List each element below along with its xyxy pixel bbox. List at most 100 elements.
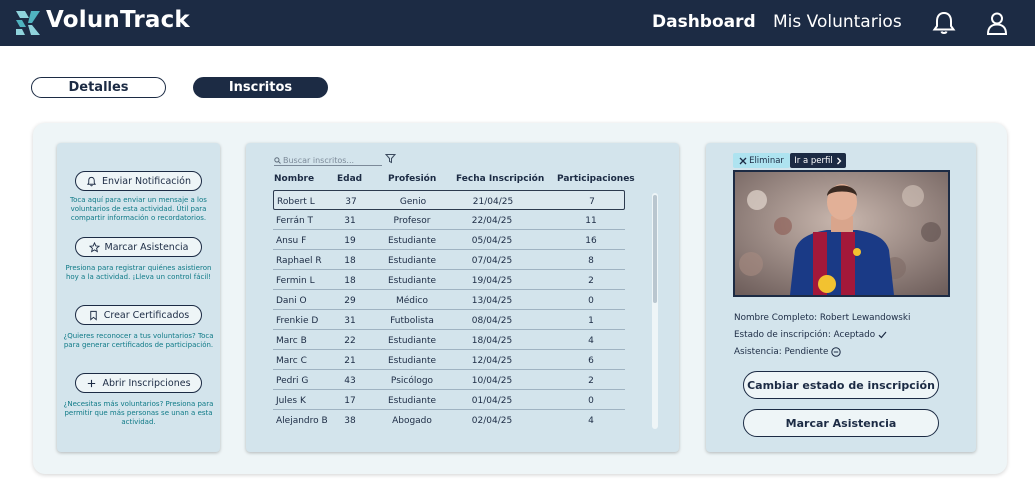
cell-participations: 11 — [585, 216, 597, 226]
open-registrations-button[interactable]: Abrir Inscripciones — [75, 373, 202, 393]
tab-details[interactable]: Detalles — [31, 77, 166, 98]
change-registration-status-button[interactable]: Cambiar estado de inscripción — [743, 371, 939, 399]
cell-profession: Profesor — [393, 216, 431, 226]
minus-circle-icon — [831, 347, 842, 357]
column-header-participations[interactable]: Participaciones — [557, 174, 635, 184]
cell-age: 18 — [344, 256, 356, 266]
volunteer-photo — [733, 170, 950, 297]
registration-status-text: Estado de inscripción: Aceptado — [734, 330, 887, 340]
cell-date: 13/04/25 — [471, 296, 513, 306]
cell-date: 21/04/25 — [472, 197, 514, 207]
check-icon — [878, 331, 887, 339]
cell-age: 21 — [344, 356, 356, 366]
volunteer-photo-illustration — [735, 172, 948, 295]
table-scrollbar-thumb[interactable] — [653, 195, 657, 303]
table-scrollbar[interactable] — [652, 193, 658, 429]
delete-button[interactable]: Eliminar — [733, 153, 790, 168]
column-header-age[interactable]: Edad — [337, 174, 362, 184]
nav-my-volunteers[interactable]: Mis Voluntarios — [773, 12, 902, 32]
column-header-profession[interactable]: Profesión — [388, 174, 436, 184]
tab-inscritos[interactable]: Inscritos — [193, 77, 328, 98]
delete-label: Eliminar — [749, 155, 784, 166]
cell-date: 12/04/25 — [471, 356, 513, 366]
cell-date: 18/04/25 — [471, 336, 513, 346]
column-header-name[interactable]: Nombre — [274, 174, 314, 184]
cell-profession: Estudiante — [387, 356, 437, 366]
plus-icon — [88, 379, 96, 387]
voluntrack-logo-icon[interactable] — [14, 9, 42, 37]
go-to-profile-label: Ir a perfil — [794, 155, 833, 166]
nav-dashboard[interactable]: Dashboard — [652, 12, 756, 32]
table-row[interactable]: Marc B 22 Estudiante 18/04/25 4 — [273, 330, 625, 350]
go-to-profile-button[interactable]: Ir a perfil — [790, 153, 846, 168]
search-placeholder: Buscar inscritos... — [283, 155, 355, 165]
cell-name: Raphael R — [276, 256, 322, 266]
cell-profession: Estudiante — [387, 396, 437, 406]
send-notification-label: Enviar Notificación — [101, 175, 192, 187]
table-row[interactable]: Ferrán T 31 Profesor 22/04/25 11 — [273, 210, 625, 230]
cell-profession: Médico — [396, 296, 428, 306]
brand-name[interactable]: VolunTrack — [46, 7, 190, 33]
search-registrants-input[interactable]: Buscar inscritos... — [274, 155, 382, 166]
column-header-registration-date[interactable]: Fecha Inscripción — [456, 174, 544, 184]
cell-date: 19/04/25 — [471, 276, 513, 286]
cell-age: 43 — [344, 376, 356, 386]
table-row[interactable]: Dani O 29 Médico 13/04/25 0 — [273, 290, 625, 310]
cell-name: Fermin L — [276, 276, 315, 286]
cell-participations: 4 — [588, 416, 594, 426]
cell-participations: 16 — [585, 236, 597, 246]
cell-date: 02/04/25 — [471, 416, 513, 426]
table-row[interactable]: Raphael R 18 Estudiante 07/04/25 8 — [273, 250, 625, 270]
cell-date: 05/04/25 — [471, 236, 513, 246]
mark-attendance-action-button[interactable]: Marcar Asistencia — [75, 237, 202, 257]
cell-age: 31 — [344, 216, 356, 226]
cell-date: 01/04/25 — [471, 396, 513, 406]
mark-attendance-action-label: Marcar Asistencia — [104, 241, 189, 253]
open-registrations-description: ¿Necesitas más voluntarios? Presiona par… — [63, 400, 214, 426]
send-notification-description: Toca aquí para enviar un mensaje a los v… — [70, 196, 207, 222]
cell-name: Jules K — [276, 396, 306, 406]
cell-participations: 1 — [588, 316, 594, 326]
cell-date: 22/04/25 — [471, 216, 513, 226]
table-row[interactable]: Ansu F 19 Estudiante 05/04/25 16 — [273, 230, 625, 250]
send-notification-button[interactable]: Enviar Notificación — [75, 171, 202, 191]
table-row[interactable]: Robert L 37 Genio 21/04/25 7 — [273, 190, 625, 210]
table-row[interactable]: Frenkie D 31 Futbolista 08/04/25 1 — [273, 310, 625, 330]
registrants-table-body: Robert L 37 Genio 21/04/25 7 Ferrán T 31… — [273, 190, 625, 430]
cell-participations: 2 — [588, 276, 594, 286]
app-header: VolunTrack Dashboard Mis Voluntarios — [0, 0, 1035, 46]
cell-name: Pedri G — [276, 376, 309, 386]
cell-age: 19 — [344, 236, 356, 246]
cell-age: 22 — [344, 336, 356, 346]
table-row[interactable]: Alejandro B 38 Abogado 02/04/25 4 — [273, 410, 625, 430]
create-certificates-button[interactable]: Crear Certificados — [75, 305, 202, 325]
open-registrations-label: Abrir Inscripciones — [102, 377, 191, 389]
table-row[interactable]: Marc C 21 Estudiante 12/04/25 6 — [273, 350, 625, 370]
cell-date: 08/04/25 — [471, 316, 513, 326]
cell-age: 38 — [344, 416, 356, 426]
cell-participations: 6 — [588, 356, 594, 366]
search-icon — [274, 156, 281, 164]
bell-icon — [86, 176, 96, 186]
user-icon[interactable] — [984, 10, 1010, 36]
cell-age: 31 — [344, 316, 356, 326]
cell-name: Alejandro B — [276, 416, 328, 426]
create-certificates-description: ¿Quieres reconocer a tus voluntarios? To… — [63, 332, 214, 349]
filter-icon[interactable] — [385, 153, 396, 164]
mark-attendance-description: Presiona para registrar quiénes asistier… — [65, 264, 212, 281]
cell-age: 37 — [345, 197, 357, 207]
bell-icon[interactable] — [931, 10, 957, 36]
attendance-text: Asistencia: Pendiente — [734, 347, 842, 357]
table-row[interactable]: Pedri G 43 Psicólogo 10/04/25 2 — [273, 370, 625, 390]
cell-profession: Estudiante — [387, 256, 437, 266]
table-row[interactable]: Jules K 17 Estudiante 01/04/25 0 — [273, 390, 625, 410]
mark-attendance-button[interactable]: Marcar Asistencia — [743, 409, 939, 437]
cell-profession: Estudiante — [387, 336, 437, 346]
cell-profession: Estudiante — [387, 236, 437, 246]
registration-status-value: Estado de inscripción: Aceptado — [734, 330, 876, 340]
cell-profession: Abogado — [392, 416, 432, 426]
table-row[interactable]: Fermin L 18 Estudiante 19/04/25 2 — [273, 270, 625, 290]
cell-participations: 2 — [588, 376, 594, 386]
cell-participations: 8 — [588, 256, 594, 266]
cell-profession: Futbolista — [390, 316, 434, 326]
